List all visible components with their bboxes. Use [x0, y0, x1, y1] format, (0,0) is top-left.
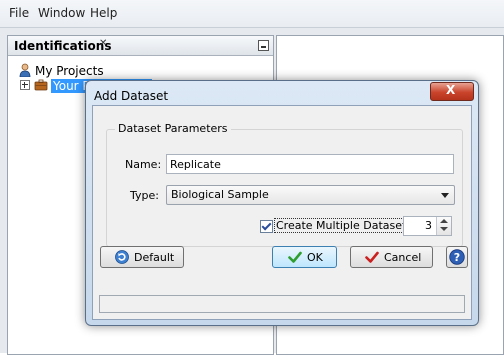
expand-icon[interactable]	[20, 80, 30, 90]
menu-help[interactable]: Help	[90, 6, 117, 20]
cancel-check-icon	[365, 251, 379, 263]
help-button[interactable]: ?	[446, 246, 468, 268]
briefcase-icon	[34, 79, 48, 91]
ok-button[interactable]: OK	[272, 246, 337, 268]
create-multiple-checkbox[interactable]	[260, 220, 273, 233]
status-bar	[99, 295, 465, 313]
tree-label-root: My Projects	[35, 64, 104, 78]
person-icon	[19, 63, 31, 77]
dataset-count-spinner[interactable]: 3	[403, 216, 452, 236]
close-button[interactable]: X	[430, 82, 474, 101]
menu-bar: File Window Help	[0, 0, 504, 28]
menu-file[interactable]: File	[9, 6, 29, 20]
cancel-label: Cancel	[384, 251, 422, 264]
panel-title[interactable]: Identifications	[14, 39, 111, 53]
dataset-parameters-group: Dataset Parameters Name: Type: Biologica…	[106, 122, 463, 247]
name-input[interactable]	[166, 154, 454, 174]
panel-header: Identifications ✕	[8, 36, 273, 56]
tree-item-my-projects[interactable]: My Projects	[18, 63, 104, 78]
menu-window[interactable]: Window	[38, 6, 85, 20]
type-value: Biological Sample	[171, 188, 269, 201]
type-label: Type:	[130, 189, 159, 202]
cancel-button[interactable]: Cancel	[350, 246, 433, 268]
refresh-icon	[115, 250, 129, 264]
create-multiple-label[interactable]: Create Multiple Datasets	[273, 218, 415, 233]
ok-label: OK	[307, 251, 323, 264]
close-icon: X	[446, 83, 456, 97]
dialog-body: Dataset Parameters Name: Type: Biologica…	[92, 105, 472, 320]
count-value: 3	[425, 219, 432, 232]
checkmark-icon	[288, 251, 302, 263]
type-dropdown[interactable]: Biological Sample	[166, 185, 455, 205]
default-button[interactable]: Default	[100, 246, 184, 268]
spinner-buttons[interactable]	[436, 217, 451, 235]
add-dataset-dialog: Add Dataset X Dataset Parameters Name: T…	[85, 80, 479, 326]
spin-down-icon[interactable]	[440, 227, 448, 231]
default-label: Default	[134, 251, 175, 264]
minimize-icon[interactable]	[258, 40, 269, 51]
group-title: Dataset Parameters	[115, 122, 231, 135]
help-glyph: ?	[454, 251, 460, 264]
spin-up-icon[interactable]	[440, 219, 448, 223]
dialog-title: Add Dataset	[94, 89, 169, 103]
name-label: Name:	[125, 158, 162, 171]
chevron-down-icon	[441, 193, 449, 198]
help-icon: ?	[449, 249, 465, 265]
tab-close-icon[interactable]: ✕	[99, 38, 107, 49]
